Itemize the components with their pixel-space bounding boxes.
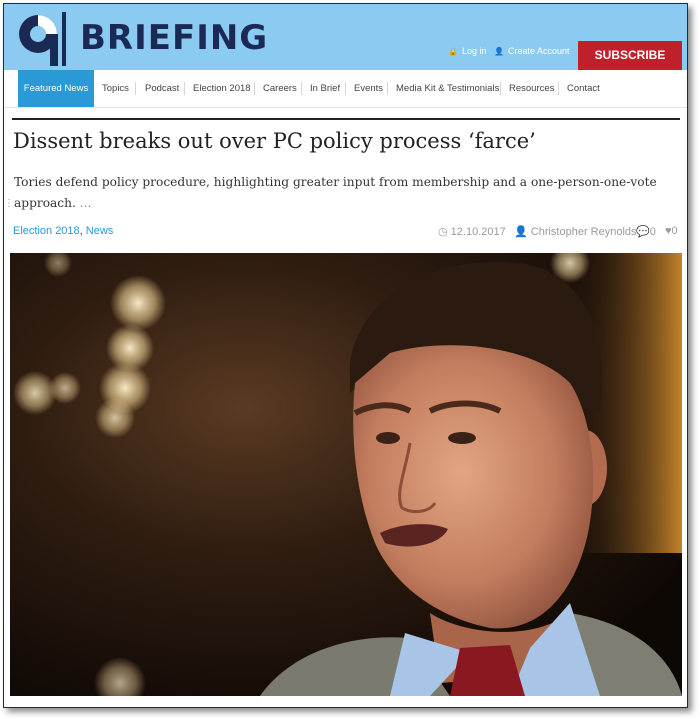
create-account-link[interactable]: 👤 Create Account <box>494 46 570 56</box>
create-account-label: Create Account <box>507 46 570 56</box>
logo-icon[interactable] <box>16 10 68 68</box>
excerpt-text: Tories defend policy procedure, highligh… <box>14 175 657 210</box>
comments-count[interactable]: 💬0 <box>636 225 656 238</box>
subscribe-button[interactable]: SUBSCRIBE <box>578 41 682 70</box>
login-link[interactable]: 🔒 Log in <box>448 46 487 56</box>
lock-icon: 🔒 <box>448 47 458 56</box>
article-photo[interactable] <box>10 253 682 696</box>
nav-separator <box>254 82 255 95</box>
nav-separator <box>387 82 388 95</box>
clock-icon: ◷ <box>438 226 448 238</box>
user-icon: 👤 <box>494 47 504 56</box>
article-excerpt: Tories defend policy procedure, highligh… <box>14 172 664 214</box>
nav-item-in-brief[interactable]: In Brief <box>310 70 340 107</box>
page-frame: BRIEFING 🔒 Log in 👤 Create Account SUBSCRI… <box>3 3 688 708</box>
article-categories: Election 2018, News <box>13 225 113 237</box>
nav-item-topics[interactable]: Topics <box>102 70 129 107</box>
nav-separator <box>135 82 136 95</box>
nav-separator <box>184 82 185 95</box>
main-nav: Featured News Topics Podcast Election 20… <box>4 70 687 108</box>
brand-wordmark[interactable]: BRIEFING <box>80 18 268 58</box>
site-header: BRIEFING 🔒 Log in 👤 Create Account SUBSCRI… <box>4 4 687 70</box>
author-text: Christopher Reynolds <box>530 226 637 238</box>
category-link[interactable]: News <box>86 225 114 237</box>
nav-separator <box>558 82 559 95</box>
user-icon: 👤 <box>514 226 528 238</box>
date-text: 12.10.2017 <box>450 226 506 238</box>
comments-count-text: 0 <box>649 226 656 238</box>
likes-count-text: 0 <box>671 225 678 237</box>
nav-item-podcast[interactable]: Podcast <box>145 70 179 107</box>
article-date: ◷ 12.10.2017 <box>438 225 506 238</box>
read-more-link[interactable]: ... <box>80 196 92 210</box>
nav-item-resources[interactable]: Resources <box>509 70 554 107</box>
nav-item-contact[interactable]: Contact <box>567 70 600 107</box>
login-label: Log in <box>461 46 487 56</box>
comment-icon: 💬 <box>636 226 650 238</box>
nav-item-events[interactable]: Events <box>354 70 383 107</box>
likes-count[interactable]: ♥0 <box>665 225 678 237</box>
category-separator: , <box>79 225 83 237</box>
nav-item-media-kit[interactable]: Media Kit & Testimonials <box>396 70 499 107</box>
category-link[interactable]: Election 2018 <box>13 225 80 237</box>
nav-separator <box>500 82 501 95</box>
nav-separator <box>301 82 302 95</box>
nav-item-careers[interactable]: Careers <box>263 70 297 107</box>
nav-item-featured-news[interactable]: Featured News <box>18 70 94 107</box>
nav-item-election-2018[interactable]: Election 2018 <box>193 70 251 107</box>
headline-rule <box>12 118 680 120</box>
drag-handle-icon: ⋮ <box>4 198 14 209</box>
nav-separator <box>345 82 346 95</box>
article-author[interactable]: 👤 Christopher Reynolds <box>514 225 637 238</box>
article-headline[interactable]: Dissent breaks out over PC policy proces… <box>13 126 683 156</box>
